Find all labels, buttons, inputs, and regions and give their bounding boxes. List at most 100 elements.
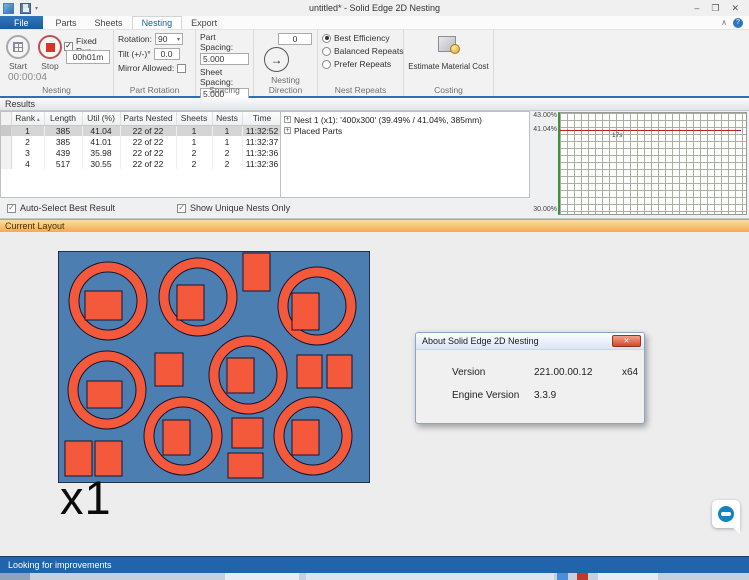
sheet-quantity-label: x1: [60, 474, 112, 521]
help-icon[interactable]: ?: [733, 18, 743, 28]
rect-part[interactable]: [292, 293, 319, 330]
rect-part[interactable]: [227, 358, 254, 393]
status-bar: Looking for improvements: [0, 556, 749, 573]
sort-icon: ▴: [35, 117, 40, 123]
table-cell: 517: [44, 158, 82, 169]
table-row[interactable]: 238541.0122 of 221111:32:37: [1, 136, 281, 147]
table-cell: 385: [44, 125, 82, 136]
stop-label: Stop: [35, 61, 65, 71]
table-cell: 1: [212, 125, 242, 136]
tab-export[interactable]: Export: [182, 16, 226, 29]
sheet-spacing-label: Sheet Spacing:: [200, 67, 250, 87]
current-layout-header: Current Layout: [0, 219, 749, 232]
ribbon-group-nesting-direction: 0 → Nesting Direction: [254, 30, 318, 96]
table-cell: 22 of 22: [120, 136, 176, 147]
part-rotation-group-label: Part Rotation: [114, 85, 195, 95]
about-dialog-title: About Solid Edge 2D Nesting: [422, 336, 539, 346]
windows-taskbar[interactable]: [0, 573, 749, 580]
rect-part[interactable]: [177, 285, 204, 320]
tree-item-1[interactable]: +Placed Parts: [284, 125, 529, 136]
restore-button[interactable]: ❐: [711, 3, 719, 14]
tab-sheets[interactable]: Sheets: [86, 16, 132, 29]
column-header-5[interactable]: Nests: [212, 112, 242, 125]
start-label: Start: [3, 61, 33, 71]
rect-part[interactable]: [163, 420, 190, 455]
column-header-3[interactable]: Parts Nested: [120, 112, 176, 125]
results-table: Rank ▴LengthUtil (%)Parts NestedSheetsNe…: [0, 111, 281, 198]
column-header-0[interactable]: Rank ▴: [11, 112, 44, 125]
estimate-material-cost-button[interactable]: Estimate Material Cost: [404, 30, 493, 71]
table-cell: 11:32:52: [242, 125, 281, 136]
tab-parts[interactable]: Parts: [47, 16, 86, 29]
remote-support-bubble[interactable]: [712, 500, 740, 528]
start-button[interactable]: [6, 35, 30, 59]
radio-icon: [322, 47, 331, 56]
rect-part[interactable]: [297, 355, 322, 388]
rotation-label: Rotation:: [118, 34, 152, 44]
window-title: untitled* - Solid Edge 2D Nesting: [0, 3, 749, 13]
option-checkbox-0[interactable]: ✓Auto-Select Best Result: [7, 203, 115, 213]
repeat-option-2[interactable]: Prefer Repeats: [322, 59, 400, 69]
expand-icon[interactable]: +: [284, 116, 291, 123]
tilt-field[interactable]: 0.0: [154, 48, 180, 60]
table-cell: 41.01: [82, 136, 120, 147]
part-spacing-field[interactable]: 5.000: [200, 53, 249, 65]
rect-part[interactable]: [155, 353, 183, 386]
option-checkbox-1[interactable]: ✓Show Unique Nests Only: [177, 203, 290, 213]
row-gutter: [1, 136, 11, 147]
close-button[interactable]: ✕: [731, 3, 739, 14]
utilization-chart: 43.00%41.04%30.00% 17s: [530, 111, 749, 218]
rect-part[interactable]: [228, 453, 263, 478]
run-duration-field[interactable]: 00h01m: [66, 50, 110, 64]
repeat-option-label: Best Efficiency: [334, 33, 390, 43]
nested-sheet[interactable]: [58, 251, 370, 483]
table-row[interactable]: 343935.9822 of 222211:32:36: [1, 147, 281, 158]
rect-part[interactable]: [243, 253, 270, 291]
mirror-allowed-checkbox[interactable]: [177, 64, 186, 73]
tree-item-0[interactable]: +Nest 1 (x1): '400x300' (39.49% / 41.04%…: [284, 114, 529, 125]
repeat-option-1[interactable]: Balanced Repeats: [322, 46, 400, 56]
table-cell: 4: [11, 158, 44, 169]
direction-angle-field[interactable]: 0: [278, 33, 312, 45]
rect-part[interactable]: [87, 381, 122, 408]
table-row[interactable]: 138541.0422 of 221111:32:52: [1, 125, 281, 136]
column-header-6[interactable]: Time: [242, 112, 281, 125]
column-header-2[interactable]: Util (%): [82, 112, 120, 125]
results-table-header-row[interactable]: Rank ▴LengthUtil (%)Parts NestedSheetsNe…: [1, 112, 281, 125]
rotation-select[interactable]: 90 ▾: [155, 33, 183, 45]
expand-icon[interactable]: +: [284, 127, 291, 134]
rect-part[interactable]: [327, 355, 352, 388]
start-icon: [13, 42, 23, 52]
material-cost-icon: [438, 36, 460, 54]
ribbon: Start Stop 00:00:04 ✓ Fixed Run 00h01m N…: [0, 30, 749, 98]
table-cell: 385: [44, 136, 82, 147]
checkbox-icon: ✓: [7, 204, 16, 213]
stop-button[interactable]: [38, 35, 62, 59]
column-header-1[interactable]: Length: [44, 112, 82, 125]
part-spacing-label: Part Spacing:: [200, 32, 250, 52]
table-cell: 2: [176, 147, 212, 158]
rect-part[interactable]: [292, 420, 319, 455]
direction-arrow-icon: →: [271, 53, 283, 67]
nest-tree: +Nest 1 (x1): '400x300' (39.49% / 41.04%…: [281, 111, 530, 198]
radio-icon: [322, 34, 331, 43]
column-header-4[interactable]: Sheets: [176, 112, 212, 125]
layout-canvas[interactable]: x1 About Solid Edge 2D Nesting ✕ Version…: [0, 232, 749, 556]
about-close-button[interactable]: ✕: [612, 335, 641, 347]
teamviewer-icon: [718, 506, 734, 522]
table-cell: 22 of 22: [120, 158, 176, 169]
table-row[interactable]: 451730.5522 of 222211:32:36: [1, 158, 281, 169]
chevron-down-icon: ▾: [177, 36, 180, 43]
minimize-button[interactable]: –: [694, 3, 699, 13]
repeat-option-0[interactable]: Best Efficiency: [322, 33, 400, 43]
nesting-group-label: Nesting: [0, 85, 113, 95]
ribbon-collapse-icon[interactable]: ∧: [721, 18, 727, 27]
table-cell: 35.98: [82, 147, 120, 158]
rect-part[interactable]: [232, 418, 263, 448]
tab-nesting[interactable]: Nesting: [132, 16, 183, 29]
nesting-direction-icon[interactable]: →: [264, 47, 289, 72]
rect-part[interactable]: [85, 291, 122, 320]
tab-file[interactable]: File: [0, 16, 43, 29]
table-cell: 2: [176, 158, 212, 169]
utilization-line: [560, 130, 741, 132]
